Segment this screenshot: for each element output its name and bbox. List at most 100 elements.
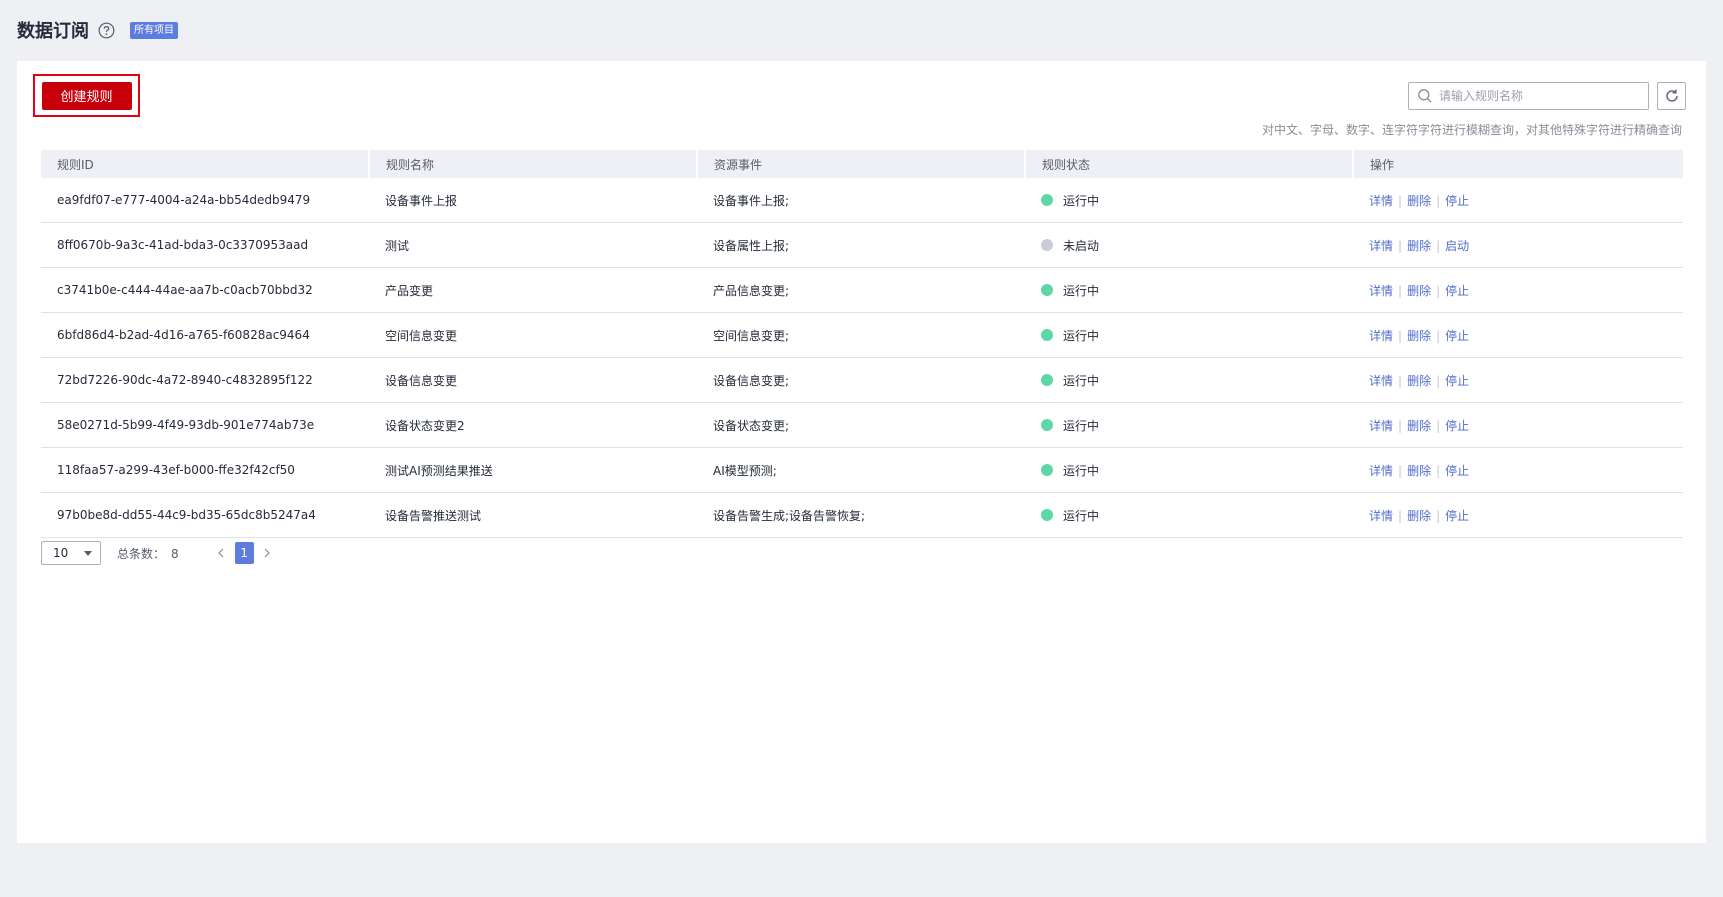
- rule-id: 72bd7226-90dc-4a72-8940-c4832895f122: [41, 357, 369, 403]
- search-input[interactable]: [1439, 89, 1639, 103]
- op-separator: |: [1436, 463, 1441, 478]
- op-separator: |: [1398, 283, 1403, 298]
- rule-status-cell: 运行中: [1025, 267, 1353, 313]
- status-dot-icon: [1041, 509, 1053, 521]
- table-row: 8ff0670b-9a3c-41ad-bda3-0c3370953aad 测试 设备…: [41, 222, 1683, 268]
- delete-link[interactable]: 删除: [1407, 374, 1431, 388]
- rule-status-cell: 运行中: [1025, 178, 1353, 223]
- table-header-row: 规则ID 规则名称 资源事件 规则状态 操作: [41, 150, 1683, 178]
- op-separator: |: [1398, 193, 1403, 208]
- detail-link[interactable]: 详情: [1369, 194, 1393, 208]
- op-separator: |: [1398, 418, 1403, 433]
- rule-name: 设备信息变更: [369, 357, 697, 403]
- rule-id: ea9fdf07-e777-4004-a24a-bb54dedb9479: [41, 178, 369, 223]
- op-separator: |: [1436, 238, 1441, 253]
- resource-event: 设备告警生成;设备告警恢复;: [697, 492, 1025, 538]
- delete-link[interactable]: 删除: [1407, 419, 1431, 433]
- op-separator: |: [1436, 283, 1441, 298]
- resource-event: 设备属性上报;: [697, 222, 1025, 268]
- delete-link[interactable]: 删除: [1407, 464, 1431, 478]
- rule-status: 未启动: [1063, 238, 1100, 253]
- rule-id: 118faa57-a299-43ef-b000-ffe32f42cf50: [41, 447, 369, 493]
- operations-cell: 详情 | 删除 | 停止: [1353, 267, 1683, 313]
- op-separator: |: [1398, 373, 1403, 388]
- detail-link[interactable]: 详情: [1369, 329, 1393, 343]
- total-label: 总条数：: [117, 546, 166, 561]
- operations-cell: 详情 | 删除 | 停止: [1353, 312, 1683, 358]
- op-separator: |: [1436, 418, 1441, 433]
- operations-cell: 详情 | 删除 | 停止: [1353, 447, 1683, 493]
- rule-name: 测试: [369, 222, 697, 268]
- operations-cell: 详情 | 删除 | 停止: [1353, 492, 1683, 538]
- page-number-current[interactable]: 1: [234, 542, 254, 564]
- rule-status: 运行中: [1063, 463, 1100, 478]
- table-row: 118faa57-a299-43ef-b000-ffe32f42cf50 测试AI…: [41, 447, 1683, 493]
- rule-name: 设备状态变更2: [369, 402, 697, 448]
- project-badge: 所有项目: [130, 21, 178, 39]
- op-separator: |: [1436, 193, 1441, 208]
- operations-cell: 详情 | 删除 | 停止: [1353, 357, 1683, 403]
- op-separator: |: [1398, 328, 1403, 343]
- prev-page-button[interactable]: [211, 542, 231, 564]
- status-dot-icon: [1041, 329, 1053, 341]
- operations-cell: 详情 | 删除 | 停止: [1353, 402, 1683, 448]
- pagination: 10 总条数： 8 1: [41, 541, 278, 565]
- caret-down-icon: [84, 550, 92, 556]
- total-value: 8: [171, 546, 179, 561]
- stop-link[interactable]: 停止: [1445, 329, 1469, 343]
- table-row: 58e0271d-5b99-4f49-93db-901e774ab73e 设备状态…: [41, 402, 1683, 448]
- detail-link[interactable]: 详情: [1369, 374, 1393, 388]
- detail-link[interactable]: 详情: [1369, 284, 1393, 298]
- delete-link[interactable]: 删除: [1407, 194, 1431, 208]
- rule-name: 产品变更: [369, 267, 697, 313]
- detail-link[interactable]: 详情: [1369, 419, 1393, 433]
- rules-table: 规则ID 规则名称 资源事件 规则状态 操作 ea9fdf07-e777-400…: [41, 150, 1683, 538]
- rule-status: 运行中: [1063, 418, 1100, 433]
- table-row: 72bd7226-90dc-4a72-8940-c4832895f122 设备信息…: [41, 357, 1683, 403]
- stop-link[interactable]: 停止: [1445, 374, 1469, 388]
- rule-id: 6bfd86d4-b2ad-4d16-a765-f60828ac9464: [41, 312, 369, 358]
- delete-link[interactable]: 删除: [1407, 239, 1431, 253]
- create-rule-button[interactable]: 创建规则: [41, 81, 132, 110]
- page-title: 数据订阅: [17, 21, 89, 42]
- refresh-button[interactable]: [1657, 82, 1686, 110]
- help-icon[interactable]: [98, 22, 115, 39]
- op-separator: |: [1436, 328, 1441, 343]
- stop-link[interactable]: 停止: [1445, 194, 1469, 208]
- column-header: 规则状态: [1025, 150, 1354, 178]
- resource-event: 设备信息变更;: [697, 357, 1025, 403]
- search-icon: [1417, 88, 1433, 104]
- page-size-select[interactable]: 10: [41, 541, 101, 565]
- rule-name: 设备告警推送测试: [369, 492, 697, 538]
- column-header: 规则ID: [41, 150, 370, 178]
- status-dot-icon: [1041, 464, 1053, 476]
- detail-link[interactable]: 详情: [1369, 509, 1393, 523]
- column-header: 资源事件: [697, 150, 1026, 178]
- stop-link[interactable]: 停止: [1445, 419, 1469, 433]
- detail-link[interactable]: 详情: [1369, 239, 1393, 253]
- rule-id: 58e0271d-5b99-4f49-93db-901e774ab73e: [41, 402, 369, 448]
- delete-link[interactable]: 删除: [1407, 329, 1431, 343]
- next-page-button[interactable]: [258, 542, 278, 564]
- rule-status: 运行中: [1063, 283, 1100, 298]
- stop-link[interactable]: 停止: [1445, 284, 1469, 298]
- status-dot-icon: [1041, 419, 1053, 431]
- delete-link[interactable]: 删除: [1407, 509, 1431, 523]
- stop-link[interactable]: 停止: [1445, 464, 1469, 478]
- search-box[interactable]: [1408, 82, 1649, 110]
- create-button-highlight: 创建规则: [33, 74, 140, 117]
- stop-link[interactable]: 停止: [1445, 509, 1469, 523]
- rule-status-cell: 未启动: [1025, 222, 1353, 268]
- op-separator: |: [1436, 373, 1441, 388]
- delete-link[interactable]: 删除: [1407, 284, 1431, 298]
- total-count: 总条数： 8: [117, 545, 185, 562]
- status-dot-icon: [1041, 374, 1053, 386]
- table-row: ea9fdf07-e777-4004-a24a-bb54dedb9479 设备事件…: [41, 178, 1683, 223]
- rule-status-cell: 运行中: [1025, 447, 1353, 493]
- resource-event: 产品信息变更;: [697, 267, 1025, 313]
- rules-table-body: ea9fdf07-e777-4004-a24a-bb54dedb9479 设备事件…: [41, 178, 1683, 538]
- chevron-left-icon: [217, 548, 224, 558]
- rule-id: 8ff0670b-9a3c-41ad-bda3-0c3370953aad: [41, 222, 369, 268]
- detail-link[interactable]: 详情: [1369, 464, 1393, 478]
- start-link[interactable]: 启动: [1445, 239, 1469, 253]
